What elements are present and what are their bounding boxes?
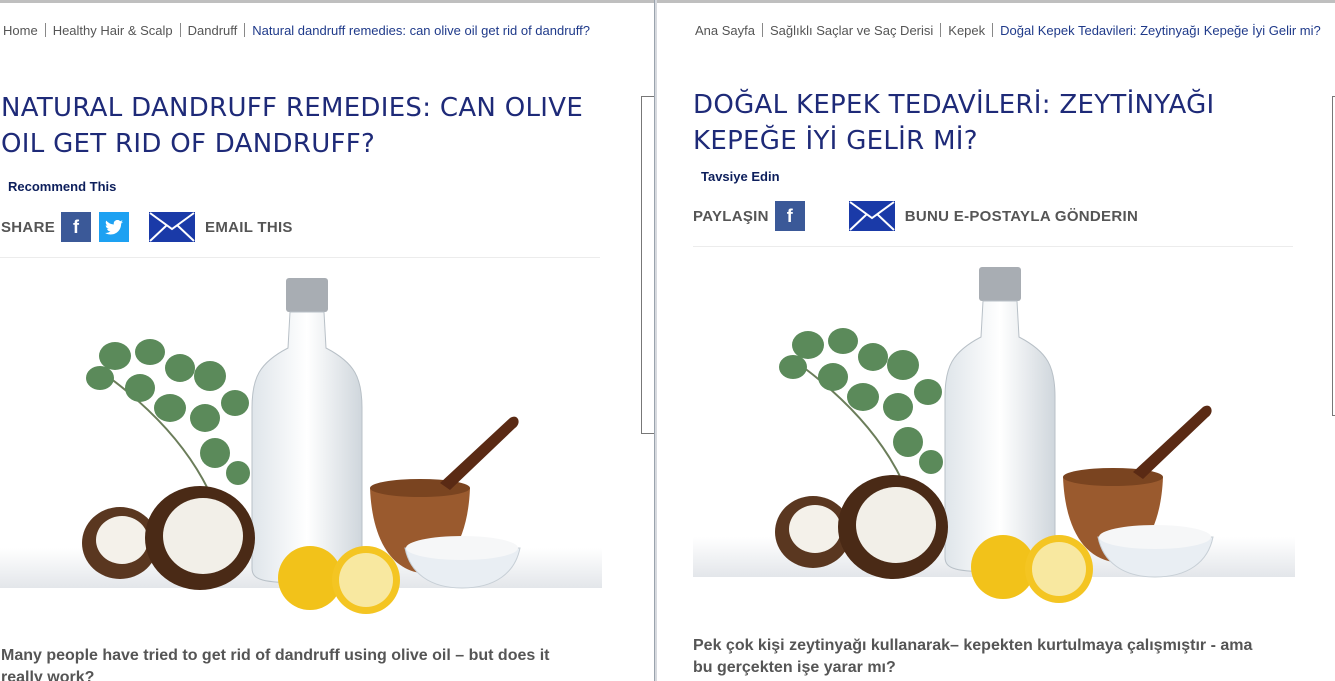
left-browser-pane: Home Healthy Hair & Scalp Dandruff Natural … xyxy=(0,0,655,681)
facebook-icon[interactable]: f xyxy=(774,201,805,231)
breadcrumb-separator xyxy=(179,23,181,37)
article-lead-line2: bu gerçekten işe yarar mı? xyxy=(693,659,896,676)
facebook-icon[interactable]: f xyxy=(61,212,92,242)
article-lead: Many people have tried to get rid of dan… xyxy=(1,645,651,681)
right-browser-pane: Ana Sayfa Sağlıklı Saçlar ve Saç Derisi Ke… xyxy=(657,0,1335,681)
divider xyxy=(0,257,600,258)
breadcrumb: Home Healthy Hair & Scalp Dandruff Natural … xyxy=(3,23,590,38)
hero-image xyxy=(693,267,1295,603)
breadcrumb-dandruff-link[interactable]: Dandruff xyxy=(188,23,238,38)
page-title-line1: NATURAL DANDRUFF REMEDIES: CAN OLIVE xyxy=(1,93,584,123)
article-lead-line1: Many people have tried to get rid of dan… xyxy=(1,647,550,664)
share-label: PAYLAŞIN xyxy=(693,207,769,225)
breadcrumb-current: Doğal Kepek Tedavileri: Zeytinyağı Kepeğ… xyxy=(1000,23,1321,38)
breadcrumb-separator xyxy=(44,23,46,37)
hero-image xyxy=(0,278,602,614)
page-title: NATURAL DANDRUFF REMEDIES: CAN OLIVE OIL… xyxy=(1,90,651,162)
email-this-link[interactable]: BUNU E-POSTAYLA GÖNDERIN xyxy=(905,208,1138,225)
page-title-line1: DOĞAL KEPEK TEDAVİLERİ: ZEYTİNYAĞI xyxy=(693,90,1215,120)
breadcrumb-dandruff-link[interactable]: Kepek xyxy=(948,23,985,38)
twitter-icon[interactable] xyxy=(99,212,130,242)
divider xyxy=(693,246,1293,247)
share-label: SHARE xyxy=(1,218,56,236)
email-this-link[interactable]: EMAIL THIS xyxy=(205,219,293,236)
breadcrumb-separator xyxy=(992,23,994,37)
breadcrumb-home-link[interactable]: Ana Sayfa xyxy=(695,23,755,38)
breadcrumb: Ana Sayfa Sağlıklı Saçlar ve Saç Derisi Ke… xyxy=(695,23,1321,38)
breadcrumb-healthy-hair-link[interactable]: Healthy Hair & Scalp xyxy=(53,23,173,38)
breadcrumb-healthy-hair-link[interactable]: Sağlıklı Saçlar ve Saç Derisi xyxy=(770,23,933,38)
breadcrumb-separator xyxy=(762,23,763,37)
article-lead-line1: Pek çok kişi zeytinyağı kullanarak– kepe… xyxy=(693,637,1253,654)
article-lead: Pek çok kişi zeytinyağı kullanarak– kepe… xyxy=(693,635,1323,679)
article-lead-line2: really work? xyxy=(1,669,95,681)
page-edge-frame xyxy=(641,96,655,434)
recommend-link[interactable]: Recommend This xyxy=(8,179,116,194)
page-title-line2: OIL GET RID OF DANDRUFF? xyxy=(1,129,376,159)
page-title: DOĞAL KEPEK TEDAVİLERİ: ZEYTİNYAĞI KEPEĞ… xyxy=(693,87,1323,159)
recommend-link[interactable]: Tavsiye Edin xyxy=(701,169,780,184)
breadcrumb-current: Natural dandruff remedies: can olive oil… xyxy=(252,23,591,38)
envelope-icon[interactable] xyxy=(149,212,196,242)
breadcrumb-separator xyxy=(940,23,942,37)
share-bar: SHARE f EMAIL THIS xyxy=(1,212,293,242)
page-title-line2: KEPEĞE İYİ GELİR Mİ? xyxy=(693,126,978,156)
envelope-icon[interactable] xyxy=(848,201,895,231)
breadcrumb-separator xyxy=(244,23,246,37)
share-bar: PAYLAŞIN f BUNU E-POSTAYLA GÖNDERIN xyxy=(693,201,1138,231)
breadcrumb-home-link[interactable]: Home xyxy=(3,23,38,38)
